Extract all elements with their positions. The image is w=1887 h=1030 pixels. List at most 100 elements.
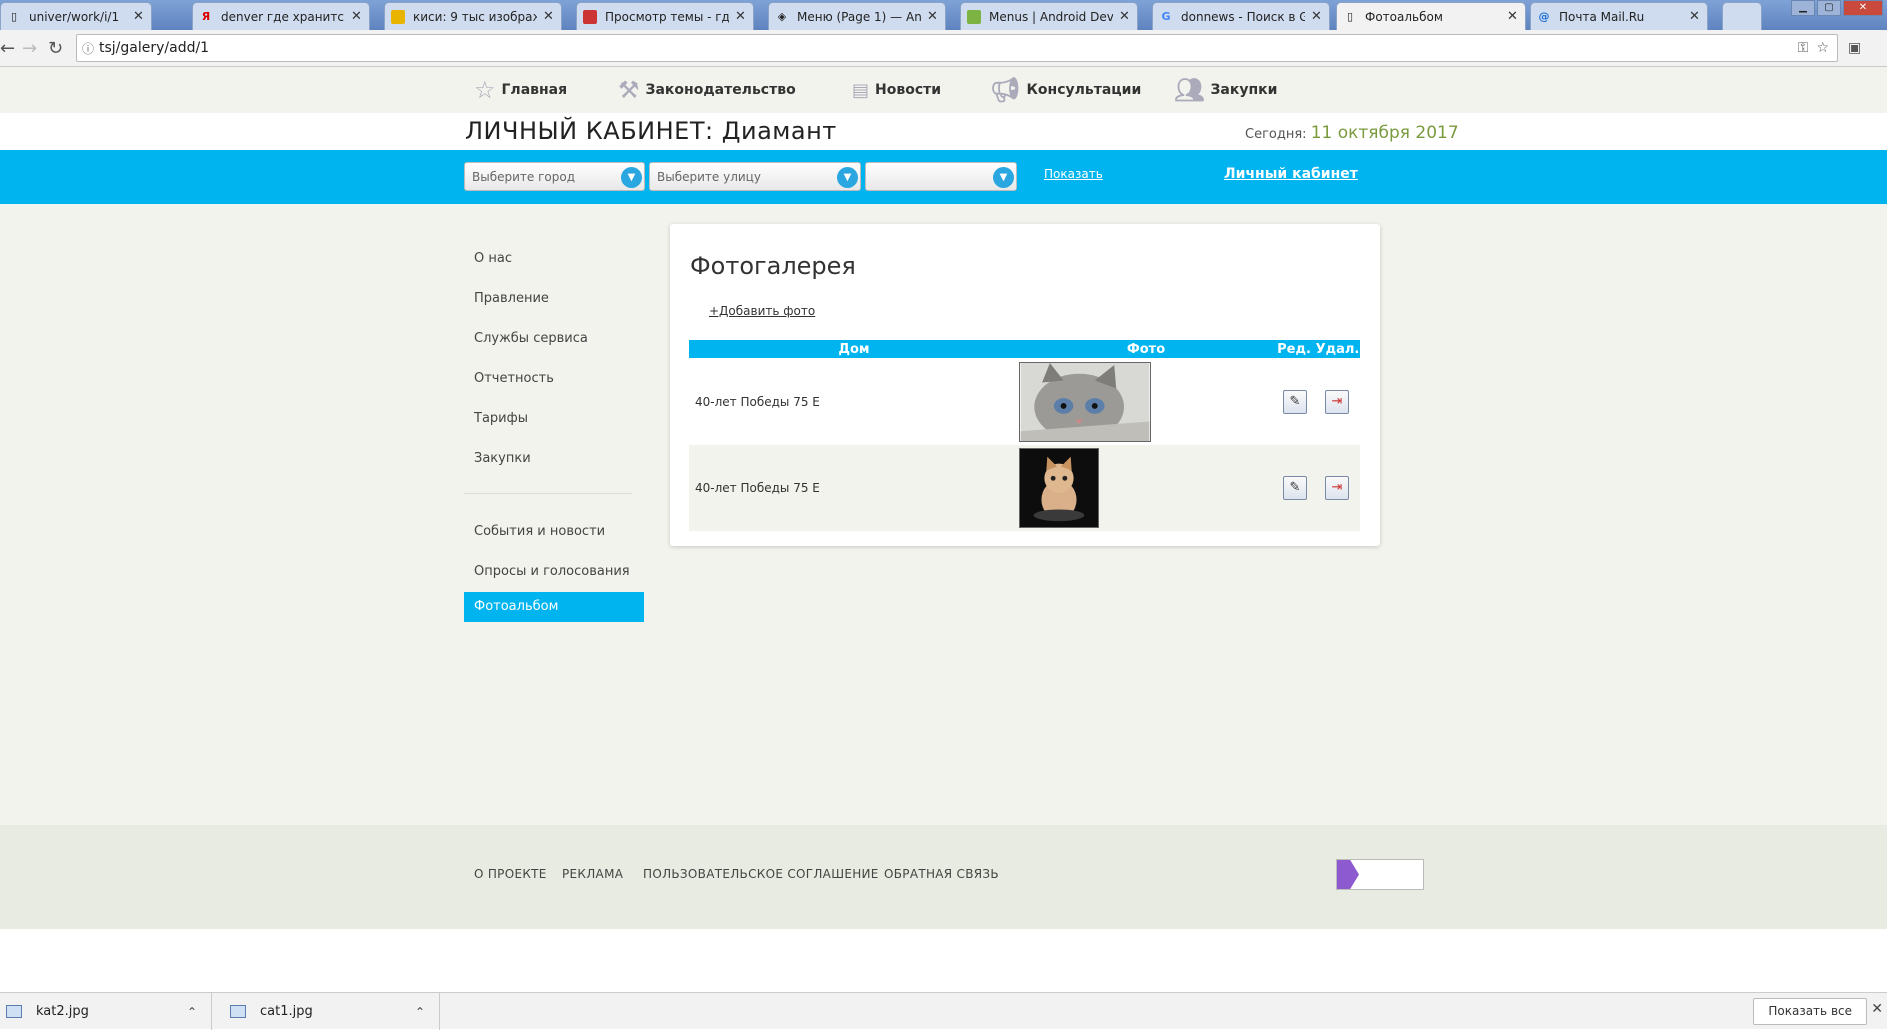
close-icon[interactable]: ✕ xyxy=(351,9,363,24)
browser-tab[interactable]: G donnews - Поиск в Goo ✕ xyxy=(1152,2,1330,30)
footer-link-agreement[interactable]: ПОЛЬЗОВАТЕЛЬСКОЕ СОГЛАШЕНИЕ xyxy=(643,867,879,881)
footer-link-feedback[interactable]: ОБРАТНАЯ СВЯЗЬ xyxy=(884,867,999,881)
visit-counter-badge[interactable] xyxy=(1336,859,1424,890)
megaphone-icon: 📢︎ xyxy=(990,76,1021,104)
today-date: Сегодня: 11 октября 2017 xyxy=(1245,123,1459,143)
nav-label: Законодательство xyxy=(645,82,796,98)
house-cell: 40-лет Победы 75 Е xyxy=(689,358,1019,445)
url-field[interactable]: ⓘ tsj/galery/add/1 ⚿ ☆ xyxy=(76,34,1838,62)
reload-icon[interactable]: ↻ xyxy=(48,38,63,59)
tab-label: Почта Mail.Ru xyxy=(1559,9,1645,24)
close-icon[interactable]: ✕ xyxy=(133,9,145,24)
add-photo-link[interactable]: +Добавить фото xyxy=(709,304,815,318)
browser-tab[interactable]: ▯ univer/work/i/1 ✕ xyxy=(0,2,152,30)
browser-tab[interactable]: Я denver где хранится бд ✕ xyxy=(192,2,370,30)
browser-tab[interactable]: киси: 9 тыс изображени ✕ xyxy=(384,2,562,30)
page-bottom xyxy=(0,929,1887,992)
column-header-photo: Фото xyxy=(1019,340,1273,358)
browser-tab-active[interactable]: ▯ Фотоальбом ✕ xyxy=(1336,2,1526,30)
maximize-icon[interactable]: ▢ xyxy=(1817,0,1841,16)
edit-icon[interactable]: ✎ xyxy=(1283,389,1307,414)
image-file-icon xyxy=(230,1005,246,1018)
sidebar-item-tariffs[interactable]: Тарифы xyxy=(464,399,644,439)
sidebar-item-about[interactable]: О нас xyxy=(464,239,644,279)
gallery-table: Дом Фото Ред. Удал. 40-лет Победы 75 Е ✎… xyxy=(689,340,1360,531)
sidebar-item-reports[interactable]: Отчетность xyxy=(464,359,644,399)
new-tab-button[interactable] xyxy=(1722,2,1762,30)
table-row: 40-лет Победы 75 Е ✎ ⇥ xyxy=(689,445,1360,531)
delete-icon[interactable]: ⇥ xyxy=(1325,389,1349,414)
google-icon: G xyxy=(1161,10,1171,23)
browser-tab[interactable]: Просмотр темы - где хр ✕ xyxy=(576,2,754,30)
close-icon[interactable]: ✕ xyxy=(927,9,939,24)
minimize-icon[interactable]: ▁ xyxy=(1791,0,1815,16)
city-select[interactable]: Выберите город ▼ xyxy=(464,162,645,191)
star-bookmark-icon[interactable]: ☆ xyxy=(1816,40,1829,56)
footer-link-ads[interactable]: РЕКЛАМА xyxy=(562,867,623,881)
images-icon xyxy=(391,9,405,24)
chevron-up-icon[interactable]: ⌃ xyxy=(187,1005,197,1019)
edit-icon[interactable]: ✎ xyxy=(1283,476,1307,500)
nav-item-legislation[interactable]: ⚒ Законодательство xyxy=(618,75,796,105)
browser-tab[interactable]: Menus | Android Develo ✕ xyxy=(960,2,1138,30)
nav-label: Закупки xyxy=(1210,82,1278,98)
top-navigation: ☆ Главная ⚒ Законодательство ▤ Новости 📢… xyxy=(0,67,1887,113)
document-icon: ▤ xyxy=(852,79,870,101)
sidebar: О нас Правление Службы сервиса Отчетност… xyxy=(464,239,644,622)
tab-label: Menus | Android Develo xyxy=(989,9,1113,24)
close-icon[interactable]: ✕ xyxy=(543,9,555,24)
sidebar-item-procurement[interactable]: Закупки xyxy=(464,439,644,479)
tab-label: Фотоальбом xyxy=(1365,9,1443,24)
download-item[interactable]: cat1.jpg ⌃ xyxy=(212,993,440,1030)
info-icon[interactable]: ⓘ xyxy=(77,40,99,57)
key-icon[interactable]: ⚿ xyxy=(1798,40,1809,56)
download-item[interactable]: kat2.jpg ⌃ xyxy=(0,993,212,1030)
sidebar-item-board[interactable]: Правление xyxy=(464,279,644,319)
back-icon[interactable]: ← xyxy=(0,38,15,59)
kitten-photo-thumbnail[interactable] xyxy=(1019,448,1099,528)
sidebar-item-events[interactable]: События и новости xyxy=(464,512,644,552)
house-select[interactable]: ▼ xyxy=(865,162,1017,191)
footer-link-about[interactable]: О ПРОЕКТЕ xyxy=(474,867,547,881)
show-all-downloads-button[interactable]: Показать все xyxy=(1753,998,1867,1025)
gallery-card: Фотогалерея +Добавить фото Дом Фото Ред.… xyxy=(670,224,1380,546)
nav-item-procurement[interactable]: 👥︎ Закупки xyxy=(1174,75,1277,105)
close-icon[interactable]: ✕ xyxy=(1871,1001,1883,1017)
tab-label: киси: 9 тыс изображени xyxy=(413,9,537,24)
close-icon[interactable]: ✕ xyxy=(1311,9,1323,24)
tab-label: denver где хранится бд xyxy=(221,9,345,24)
personal-cabinet-link[interactable]: Личный кабинет xyxy=(1224,166,1358,182)
close-window-icon[interactable]: ✕ xyxy=(1843,0,1883,16)
photo-cell xyxy=(1019,445,1273,531)
delete-icon[interactable]: ⇥ xyxy=(1325,476,1349,500)
close-icon[interactable]: ✕ xyxy=(1119,9,1131,24)
forum-icon xyxy=(583,9,597,24)
select-label: Выберите город xyxy=(472,169,575,184)
house-cell: 40-лет Победы 75 Е xyxy=(689,445,1019,531)
nav-item-news[interactable]: ▤ Новости xyxy=(852,75,941,105)
browser-tab[interactable]: @ Почта Mail.Ru ✕ xyxy=(1530,2,1708,30)
chevron-up-icon[interactable]: ⌃ xyxy=(415,1005,425,1019)
page-icon: ▯ xyxy=(1346,10,1354,23)
street-select[interactable]: Выберите улицу ▼ xyxy=(649,162,861,191)
kitten-photo-thumbnail[interactable] xyxy=(1019,361,1151,442)
sidebar-item-photoalbum[interactable]: Фотоальбом xyxy=(464,592,644,622)
download-filename: kat2.jpg xyxy=(36,1004,89,1019)
gallery-title: Фотогалерея xyxy=(690,252,856,280)
close-icon[interactable]: ✕ xyxy=(1689,9,1701,24)
sidebar-item-polls[interactable]: Опросы и голосования xyxy=(464,552,644,592)
extension-icon[interactable]: ▣ xyxy=(1848,40,1861,56)
close-icon[interactable]: ✕ xyxy=(1507,9,1519,24)
column-header-delete: Удал. xyxy=(1315,340,1360,358)
nav-item-home[interactable]: ☆ Главная xyxy=(474,75,567,105)
close-icon[interactable]: ✕ xyxy=(735,9,747,24)
download-filename: cat1.jpg xyxy=(260,1004,313,1019)
edit-cell: ✎ xyxy=(1273,358,1315,445)
nav-item-consultations[interactable]: 📢︎ Консультации xyxy=(990,75,1141,105)
show-link[interactable]: Показать xyxy=(1044,167,1103,181)
sidebar-item-services[interactable]: Службы сервиса xyxy=(464,319,644,359)
forward-icon[interactable]: → xyxy=(22,38,37,59)
browser-tab[interactable]: ◈ Меню (Page 1) — Andro ✕ xyxy=(768,2,946,30)
filter-bar: Выберите город ▼ Выберите улицу ▼ ▼ Пока… xyxy=(0,150,1887,204)
gavel-icon: ⚒ xyxy=(618,76,640,104)
